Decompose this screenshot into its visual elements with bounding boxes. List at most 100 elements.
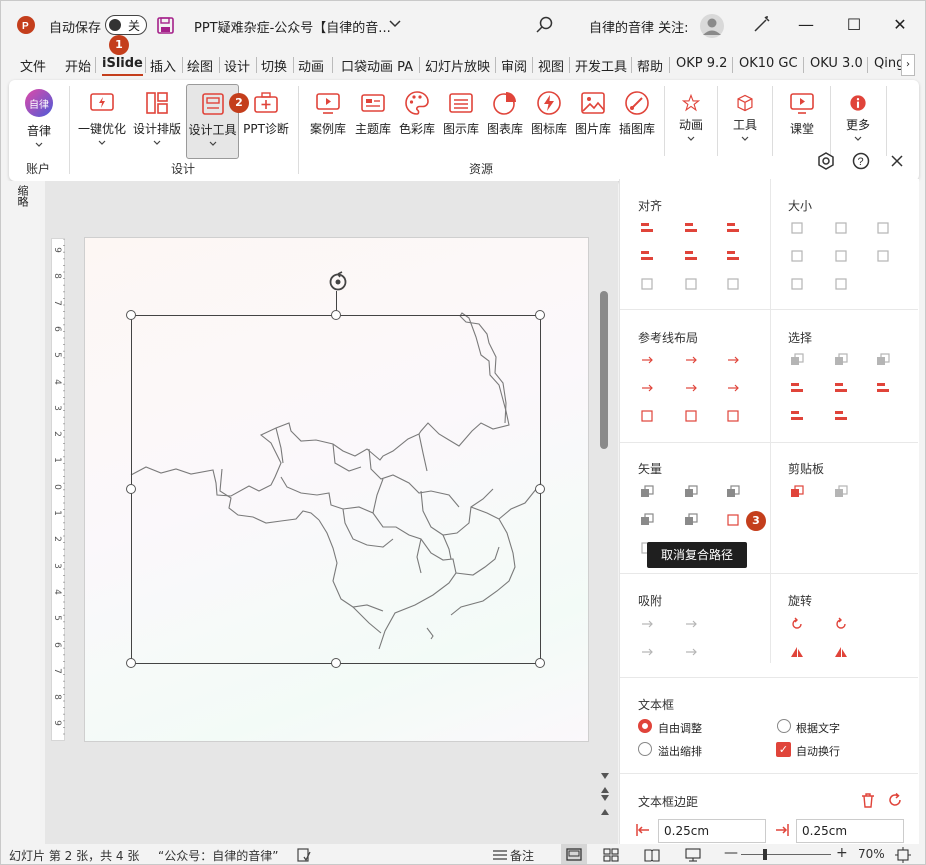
color-library-button[interactable]: 色彩库 xyxy=(395,86,439,156)
tab-oku[interactable]: OKU 3.0 xyxy=(810,56,863,71)
pen-icon[interactable] xyxy=(751,15,771,35)
zoom-slider-track[interactable] xyxy=(741,854,831,855)
size-tool-icon-7[interactable] xyxy=(790,277,804,291)
guide-tool-icon-1[interactable] xyxy=(640,353,654,367)
close-icon[interactable] xyxy=(891,155,903,167)
refresh-icon[interactable] xyxy=(887,792,903,808)
align-tool-icon-8[interactable] xyxy=(684,277,698,291)
size-tool-icon-8[interactable] xyxy=(834,277,848,291)
auto-wrap-checkbox[interactable]: ✓ xyxy=(776,742,791,757)
theme-library-button[interactable]: 主题库 xyxy=(351,86,395,156)
help-icon[interactable]: ? xyxy=(852,152,870,170)
align-tool-icon-5[interactable] xyxy=(684,249,698,263)
select-tool-icon-5[interactable] xyxy=(834,381,848,395)
tab-transitions[interactable]: 切换 xyxy=(261,56,287,75)
free-adjust-radio[interactable] xyxy=(638,719,652,733)
tab-pocket-animation[interactable]: 口袋动画 PA xyxy=(341,56,413,75)
align-tool-icon-4[interactable] xyxy=(640,249,654,263)
align-tool-icon-9[interactable] xyxy=(726,277,740,291)
snap-tool-icon-3[interactable] xyxy=(640,645,654,659)
snap-tool-icon-2[interactable] xyxy=(684,617,698,631)
vector-tool-icon-5[interactable] xyxy=(684,513,698,527)
tab-developer[interactable]: 开发工具 xyxy=(575,56,627,75)
right-margin-input[interactable]: 0.25cm xyxy=(796,819,904,843)
rotate-tool-icon-4[interactable] xyxy=(834,645,848,659)
tab-review[interactable]: 审阅 xyxy=(501,56,527,75)
rotate-tool-icon-2[interactable] xyxy=(834,617,848,631)
animation-menu-button[interactable]: 动画 xyxy=(671,86,711,156)
avatar[interactable] xyxy=(699,13,725,39)
vertical-scrollbar-thumb[interactable] xyxy=(600,291,608,449)
tab-help[interactable]: 帮助 xyxy=(637,56,663,75)
tab-draw[interactable]: 绘图 xyxy=(187,56,213,75)
autosave-toggle[interactable]: 关 xyxy=(105,15,147,35)
zoom-slider-thumb[interactable] xyxy=(763,849,767,860)
settings-icon[interactable] xyxy=(817,152,835,170)
select-tool-icon-3[interactable] xyxy=(876,353,890,367)
chevron-down-icon[interactable] xyxy=(389,19,401,29)
resize-handle-left[interactable] xyxy=(126,484,136,494)
trash-icon[interactable] xyxy=(860,792,876,808)
snap-tool-icon-4[interactable] xyxy=(684,645,698,659)
spell-check-icon[interactable] xyxy=(297,848,311,862)
align-tool-icon-3[interactable] xyxy=(726,221,740,235)
classroom-button[interactable]: 课堂 xyxy=(781,86,823,156)
select-tool-icon-4[interactable] xyxy=(790,381,804,395)
user-label[interactable]: 自律的音律 关注: xyxy=(589,17,689,36)
snap-tool-icon-1[interactable] xyxy=(640,617,654,631)
sorter-view-icon[interactable] xyxy=(603,848,619,862)
one-click-optimize-button[interactable]: 一键优化 xyxy=(75,86,129,156)
diagram-library-button[interactable]: 图示库 xyxy=(439,86,483,156)
tools-menu-button[interactable]: 工具 xyxy=(725,86,765,156)
close-button[interactable]: ✕ xyxy=(885,13,915,39)
tab-view[interactable]: 视图 xyxy=(538,56,564,75)
align-tool-icon-6[interactable] xyxy=(726,249,740,263)
align-tool-icon-1[interactable] xyxy=(640,221,654,235)
chart-library-button[interactable]: 图表库 xyxy=(483,86,527,156)
resize-handle-bottom-left[interactable] xyxy=(126,658,136,668)
resize-handle-bottom-right[interactable] xyxy=(535,658,545,668)
tab-qing[interactable]: Qing xyxy=(874,56,904,71)
size-tool-icon-1[interactable] xyxy=(790,221,804,235)
uncombine-path-icon[interactable] xyxy=(726,513,740,527)
vector-tool-icon-4[interactable] xyxy=(640,513,654,527)
size-tool-icon-4[interactable] xyxy=(790,249,804,263)
ppt-diagnose-button[interactable]: PPT诊断 xyxy=(241,86,291,156)
case-library-button[interactable]: 案例库 xyxy=(306,86,350,156)
notes-icon[interactable] xyxy=(492,848,508,862)
guide-tool-icon-7[interactable] xyxy=(640,409,654,423)
paste-icon[interactable] xyxy=(834,485,848,499)
tab-home[interactable]: 开始 xyxy=(65,56,91,75)
align-tool-icon-7[interactable] xyxy=(640,277,654,291)
more-menu-button[interactable]: 更多 xyxy=(838,86,878,156)
select-tool-icon-6[interactable] xyxy=(876,381,890,395)
illustration-library-button[interactable]: 插图库 xyxy=(615,86,659,156)
resize-handle-top-left[interactable] xyxy=(126,310,136,320)
select-tool-icon-7[interactable] xyxy=(790,409,804,423)
fit-text-radio[interactable] xyxy=(777,719,791,733)
guide-tool-icon-6[interactable] xyxy=(726,381,740,395)
guide-tool-icon-3[interactable] xyxy=(726,353,740,367)
size-tool-icon-6[interactable] xyxy=(876,249,890,263)
tab-insert[interactable]: 插入 xyxy=(150,56,176,75)
minimize-button[interactable]: — xyxy=(791,13,821,39)
align-tool-icon-2[interactable] xyxy=(684,221,698,235)
slide-nav-arrows[interactable] xyxy=(600,771,612,817)
design-layout-button[interactable]: 设计排版 xyxy=(130,86,184,156)
tab-okp[interactable]: OKP 9.2 xyxy=(676,56,727,71)
copy-icon[interactable] xyxy=(790,485,804,499)
rotate-tool-icon-1[interactable] xyxy=(790,617,804,631)
guide-tool-icon-8[interactable] xyxy=(684,409,698,423)
tabs-scroll-right-button[interactable]: › xyxy=(901,54,915,76)
notes-button-label[interactable]: 备注 xyxy=(510,847,534,864)
guide-tool-icon-5[interactable] xyxy=(684,381,698,395)
icon-library-button[interactable]: 图标库 xyxy=(527,86,571,156)
select-tool-icon-2[interactable] xyxy=(834,353,848,367)
resize-handle-top[interactable] xyxy=(331,310,341,320)
tab-slideshow[interactable]: 幻灯片放映 xyxy=(425,56,490,75)
maximize-button[interactable]: ☐ xyxy=(839,13,869,39)
size-tool-icon-5[interactable] xyxy=(834,249,848,263)
overflow-shrink-radio[interactable] xyxy=(638,742,652,756)
slideshow-view-icon[interactable] xyxy=(685,848,701,862)
size-tool-icon-2[interactable] xyxy=(834,221,848,235)
